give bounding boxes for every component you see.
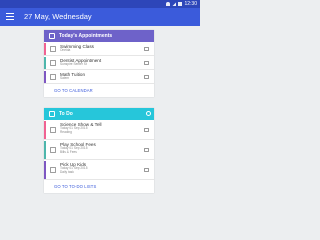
todo-header: To Do	[44, 108, 154, 120]
wifi-icon	[166, 2, 171, 6]
appointment-row[interactable]: Math Tuition Salem	[44, 70, 154, 84]
todo-row[interactable]: Science Show & Tell Today 01 Sep 2015 Re…	[44, 120, 154, 140]
appointments-card: Today's Appointments Swimming Class Onei…	[44, 30, 154, 97]
item-options-icon[interactable]	[144, 47, 149, 51]
appointment-accent	[44, 57, 46, 69]
appointment-subtitle: Oneida	[60, 48, 71, 52]
todo-header-label: To Do	[59, 111, 73, 117]
checkbox[interactable]	[50, 147, 56, 153]
todo-note: Daily task	[60, 170, 74, 174]
appointment-row[interactable]: Dentist Appointment Sunspire Senter St	[44, 56, 154, 70]
add-todo-icon[interactable]	[146, 111, 151, 116]
battery-icon	[178, 2, 183, 6]
appointment-subtitle: Salem	[60, 76, 70, 80]
status-bar: 12:30	[0, 0, 200, 8]
item-options-icon[interactable]	[144, 168, 149, 172]
todo-accent	[44, 121, 46, 139]
appointment-accent	[44, 71, 46, 83]
calendar-icon	[49, 33, 55, 39]
app-bar: 27 May, Wednesday	[0, 8, 200, 26]
checkbox[interactable]	[50, 74, 56, 80]
todo-note: Bills & Fees	[60, 150, 77, 154]
todo-row[interactable]: Play School Fees Today 01 Sep 2015 Bills…	[44, 140, 154, 160]
checkbox[interactable]	[50, 167, 56, 173]
appointment-subtitle: Sunspire Senter St	[60, 62, 87, 66]
checkbox[interactable]	[50, 127, 56, 133]
go-to-todo-lists-link[interactable]: GO TO TO-DO LISTS	[44, 180, 154, 193]
go-to-calendar-link[interactable]: GO TO CALENDAR	[44, 84, 154, 97]
appointment-row[interactable]: Swimming Class Oneida	[44, 42, 154, 56]
todo-list-icon	[49, 111, 55, 117]
checkbox[interactable]	[50, 46, 56, 52]
item-options-icon[interactable]	[144, 148, 149, 152]
status-time: 12:30	[184, 1, 197, 7]
appointment-accent	[44, 43, 46, 55]
item-options-icon[interactable]	[144, 61, 149, 65]
checkbox[interactable]	[50, 60, 56, 66]
appointments-header: Today's Appointments	[44, 30, 154, 42]
todo-card: To Do Science Show & Tell Today 01 Sep 2…	[44, 108, 154, 193]
item-options-icon[interactable]	[144, 75, 149, 79]
signal-icon	[172, 2, 177, 6]
page-title: 27 May, Wednesday	[24, 12, 92, 21]
todo-note: Reading	[60, 130, 72, 134]
hamburger-icon[interactable]	[6, 13, 14, 20]
item-options-icon[interactable]	[144, 128, 149, 132]
todo-accent	[44, 161, 46, 179]
status-indicators: 12:30	[166, 0, 197, 8]
todo-row[interactable]: Pick Up Kids Today 01 Sep 2015 Daily tas…	[44, 160, 154, 180]
todo-accent	[44, 141, 46, 159]
appointments-header-label: Today's Appointments	[59, 33, 113, 39]
